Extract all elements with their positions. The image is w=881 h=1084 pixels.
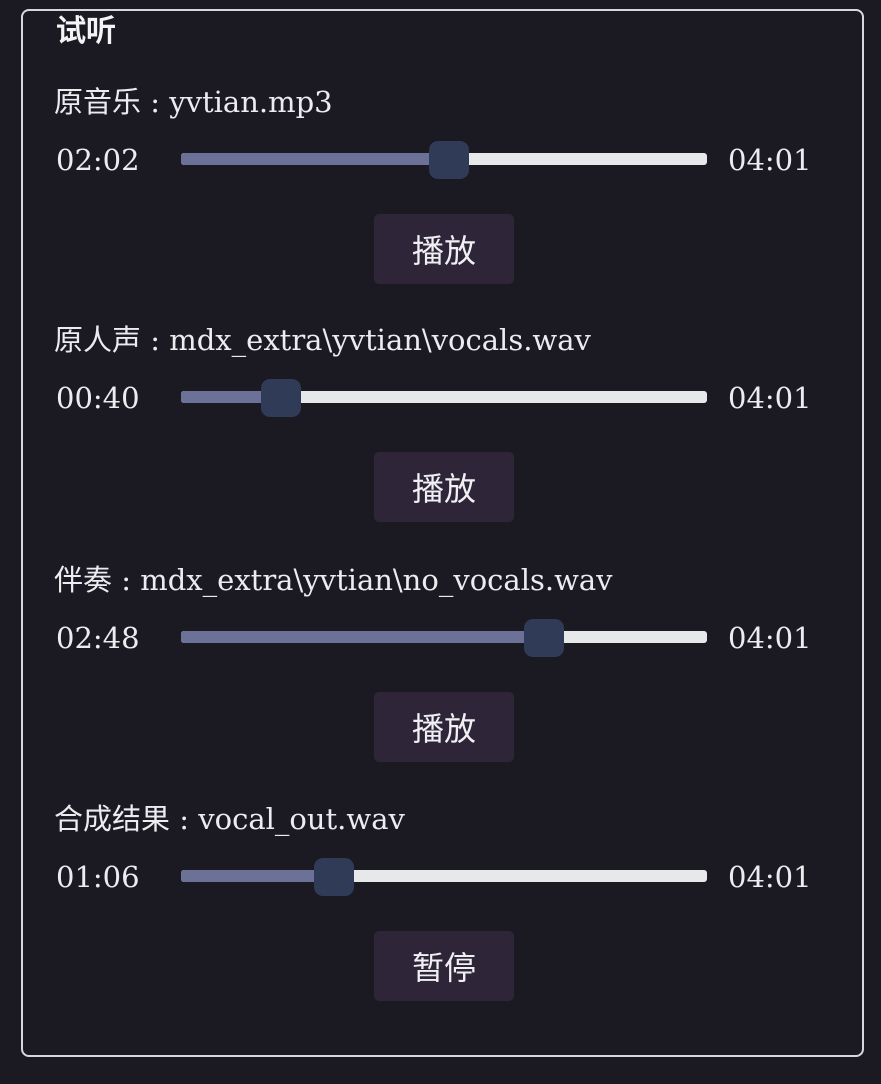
track-name: 原人声 bbox=[54, 323, 142, 357]
track-separator: : bbox=[112, 563, 141, 597]
track-section-vocals: 原人声 : mdx_extra\yvtian\vocals.wav 00:40 … bbox=[0, 318, 881, 538]
play-button[interactable]: 播放 bbox=[374, 214, 514, 284]
play-button[interactable]: 播放 bbox=[374, 452, 514, 522]
total-time: 04:01 bbox=[728, 381, 812, 415]
track-label: 伴奏 : mdx_extra\yvtian\no_vocals.wav bbox=[54, 558, 613, 602]
progress-slider[interactable] bbox=[181, 858, 707, 896]
progress-slider[interactable] bbox=[181, 379, 707, 417]
slider-handle[interactable] bbox=[429, 141, 470, 179]
progress-slider[interactable] bbox=[181, 619, 707, 657]
pause-button[interactable]: 暂停 bbox=[374, 931, 514, 1001]
group-title: 试听 bbox=[48, 12, 124, 52]
track-file: vocal_out.wav bbox=[198, 802, 405, 836]
track-name: 伴奏 bbox=[54, 563, 113, 597]
play-button[interactable]: 播放 bbox=[374, 692, 514, 762]
track-label: 合成结果 : vocal_out.wav bbox=[54, 797, 405, 841]
track-name: 合成结果 bbox=[54, 802, 171, 836]
slider-handle[interactable] bbox=[260, 379, 301, 417]
total-time: 04:01 bbox=[728, 621, 812, 655]
track-file: mdx_extra\yvtian\no_vocals.wav bbox=[140, 563, 613, 597]
track-label: 原音乐 : yvtian.mp3 bbox=[54, 80, 333, 124]
current-time: 01:06 bbox=[56, 860, 140, 894]
current-time: 00:40 bbox=[56, 381, 140, 415]
track-name: 原音乐 bbox=[54, 85, 142, 119]
track-file: mdx_extra\yvtian\vocals.wav bbox=[169, 323, 591, 357]
slider-handle[interactable] bbox=[313, 858, 354, 896]
slider-fill bbox=[181, 153, 450, 165]
track-section-result: 合成结果 : vocal_out.wav 01:06 04:01 暂停 bbox=[0, 797, 881, 1017]
total-time: 04:01 bbox=[728, 143, 812, 177]
slider-handle[interactable] bbox=[523, 619, 564, 657]
track-separator: : bbox=[170, 802, 199, 836]
slider-fill bbox=[181, 631, 544, 643]
progress-slider[interactable] bbox=[181, 141, 707, 179]
track-section-accompaniment: 伴奏 : mdx_extra\yvtian\no_vocals.wav 02:4… bbox=[0, 558, 881, 778]
track-section-original: 原音乐 : yvtian.mp3 02:02 04:01 播放 bbox=[0, 80, 881, 300]
total-time: 04:01 bbox=[728, 860, 812, 894]
track-label: 原人声 : mdx_extra\yvtian\vocals.wav bbox=[54, 318, 591, 362]
track-separator: : bbox=[141, 85, 170, 119]
current-time: 02:02 bbox=[56, 143, 140, 177]
track-separator: : bbox=[141, 323, 170, 357]
track-file: yvtian.mp3 bbox=[169, 85, 333, 119]
slider-fill bbox=[181, 870, 334, 882]
current-time: 02:48 bbox=[56, 621, 140, 655]
